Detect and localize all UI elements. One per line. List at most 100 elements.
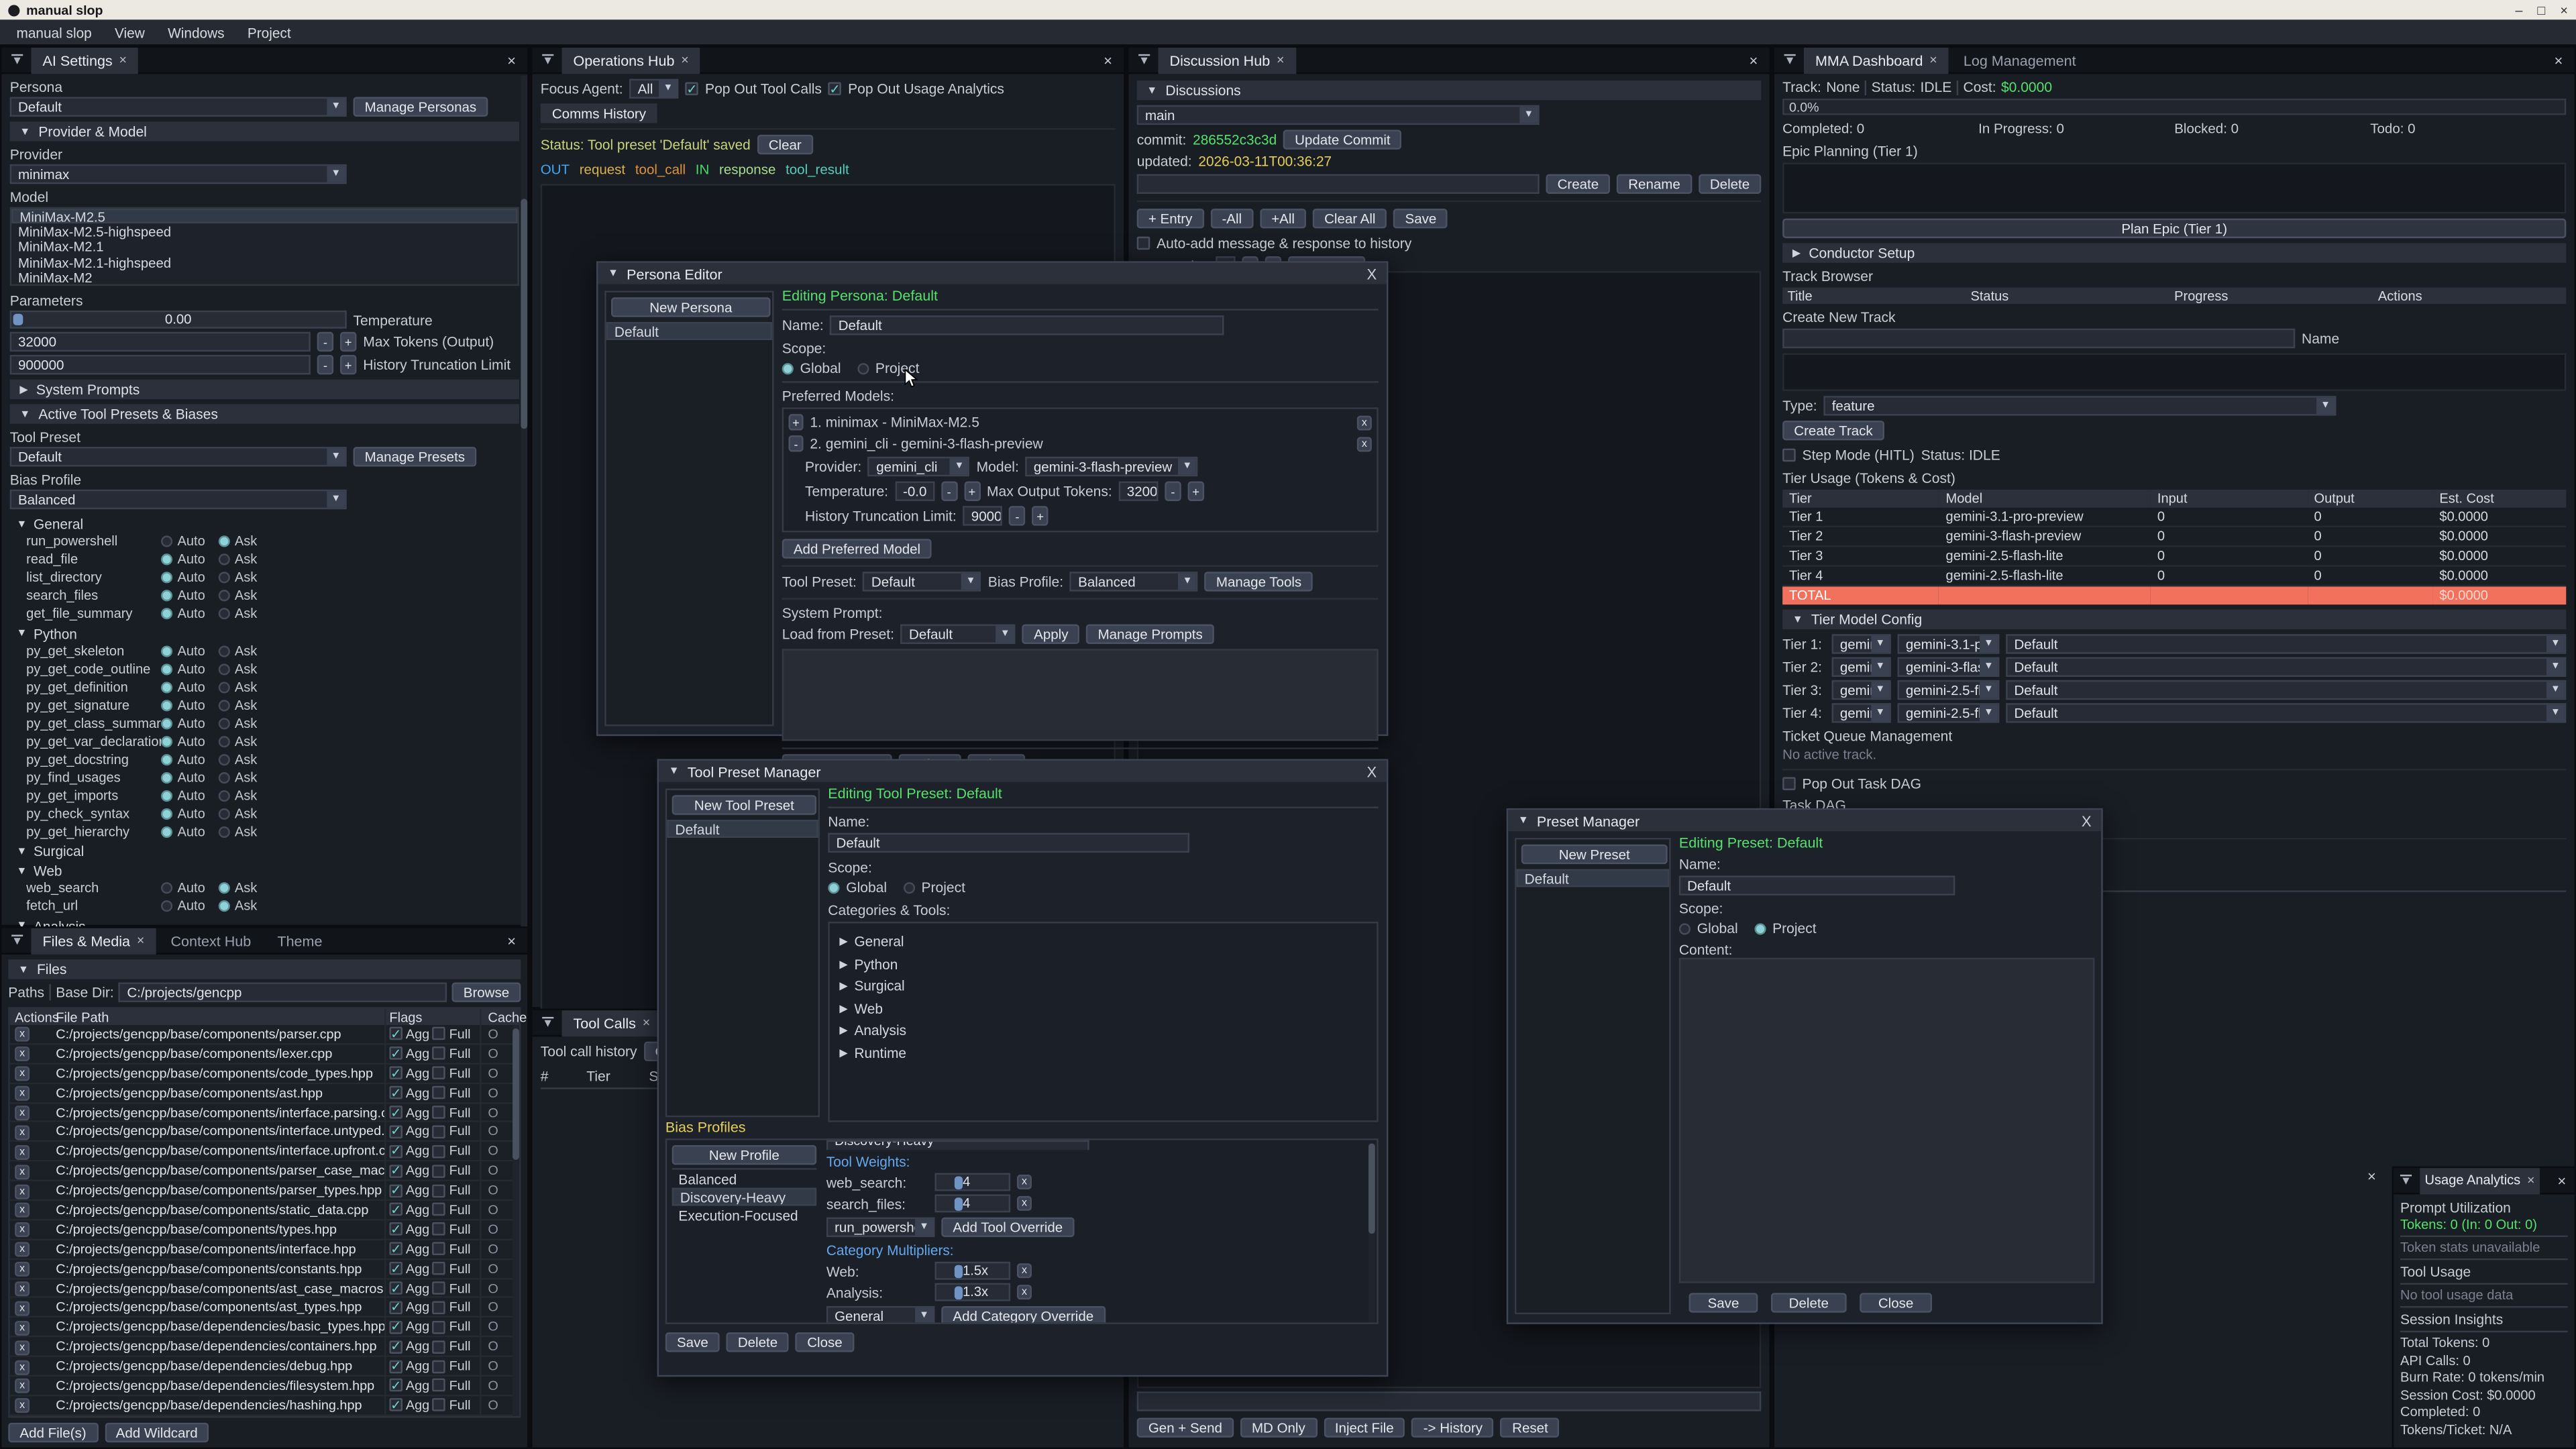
tab-discussion-hub[interactable]: Discussion Hub×: [1158, 47, 1295, 73]
close-panel-icon[interactable]: ×: [2548, 52, 2569, 68]
full-checkbox[interactable]: ✓: [433, 1399, 446, 1412]
system-prompts-header[interactable]: ▶ System Prompts: [10, 380, 519, 399]
full-checkbox[interactable]: ✓: [433, 1047, 446, 1061]
remove-file-button[interactable]: x: [15, 1165, 30, 1179]
close-tab-icon[interactable]: ×: [137, 933, 144, 948]
ask-radio[interactable]: [218, 572, 229, 584]
active-tool-presets-header[interactable]: ▼ Active Tool Presets & Biases: [10, 404, 519, 423]
close-panel-icon[interactable]: ×: [1097, 52, 1118, 68]
slider-thumb[interactable]: [13, 314, 23, 325]
history-limit-decrement[interactable]: -: [317, 355, 333, 374]
ask-radio[interactable]: [218, 901, 229, 912]
inject-file-button[interactable]: Inject File: [1324, 1417, 1405, 1437]
auto-radio[interactable]: [161, 536, 172, 547]
clear-all-button[interactable]: Clear All: [1313, 209, 1387, 228]
model-list-item[interactable]: MiniMax-M2.1-highspeed: [11, 255, 517, 270]
remove-file-button[interactable]: x: [15, 1262, 30, 1277]
rename-discussion-button[interactable]: Rename: [1617, 174, 1692, 194]
agg-checkbox[interactable]: ✓: [389, 1165, 402, 1178]
update-commit-button[interactable]: Update Commit: [1283, 129, 1402, 149]
scope-project-radio[interactable]: [1754, 922, 1766, 934]
hist-decrement[interactable]: -: [1009, 506, 1025, 525]
persona-dropdown[interactable]: Default▼: [10, 97, 347, 116]
tab-tool-calls[interactable]: Tool Calls×: [561, 1010, 661, 1036]
agg-checkbox[interactable]: ✓: [389, 1360, 402, 1373]
full-checkbox[interactable]: ✓: [433, 1320, 446, 1334]
close-tab-icon[interactable]: ×: [643, 1015, 650, 1030]
remove-multiplier-button[interactable]: x: [1017, 1263, 1032, 1278]
max-tokens-decrement[interactable]: -: [317, 332, 333, 352]
max-output-increment[interactable]: +: [1187, 482, 1203, 501]
category-item[interactable]: ▶ Surgical: [839, 977, 1373, 994]
move-up-button[interactable]: +: [789, 414, 804, 430]
category-item[interactable]: ▶ Runtime: [839, 1044, 1373, 1060]
full-checkbox[interactable]: ✓: [433, 1165, 446, 1178]
paths-label[interactable]: Paths: [8, 984, 44, 1000]
apply-button[interactable]: Apply: [1022, 625, 1080, 644]
close-dialog-icon[interactable]: X: [1367, 266, 1377, 282]
category-override-dropdown[interactable]: General▼: [826, 1306, 935, 1322]
reset-button[interactable]: Reset: [1501, 1417, 1560, 1437]
focus-agent-dropdown[interactable]: All▼: [629, 79, 678, 99]
pref-hist-input[interactable]: 900000: [963, 506, 1003, 525]
agg-checkbox[interactable]: ✓: [389, 1223, 402, 1236]
remove-file-button[interactable]: x: [15, 1086, 30, 1101]
pref-max-output-input[interactable]: 32000: [1119, 482, 1159, 501]
category-item[interactable]: ▶ Python: [839, 955, 1373, 971]
auto-radio[interactable]: [161, 663, 172, 675]
ask-radio[interactable]: [218, 771, 229, 783]
scrollbar-thumb[interactable]: [521, 199, 527, 429]
ask-radio[interactable]: [218, 590, 229, 602]
tier-model-config-header[interactable]: ▼ Tier Model Config: [1782, 610, 2566, 629]
agg-checkbox[interactable]: ✓: [389, 1086, 402, 1099]
tool-preset-dropdown[interactable]: Default▼: [10, 447, 347, 466]
scope-global-radio[interactable]: [828, 881, 839, 893]
tier-model-dropdown[interactable]: gemini-3.1-pro-p▼: [1898, 634, 2000, 653]
temp-increment[interactable]: +: [964, 482, 980, 501]
ask-radio[interactable]: [218, 883, 229, 894]
tab-files-media[interactable]: Files & Media×: [31, 927, 156, 953]
model-list-item[interactable]: MiniMax-M2: [11, 270, 517, 286]
manage-prompts-button[interactable]: Manage Prompts: [1086, 625, 1214, 644]
max-tokens-input[interactable]: 32000: [10, 332, 311, 352]
new-persona-button[interactable]: New Persona: [611, 297, 771, 317]
dock-icon[interactable]: ▼: [11, 54, 23, 67]
auto-radio[interactable]: [161, 590, 172, 602]
discussion-name-input[interactable]: [1137, 174, 1540, 194]
agg-checkbox[interactable]: ✓: [389, 1067, 402, 1080]
category-item[interactable]: ▶ Web: [839, 1000, 1373, 1016]
full-checkbox[interactable]: ✓: [433, 1125, 446, 1138]
add-category-override-button[interactable]: Add Category Override: [941, 1306, 1105, 1322]
tier-provider-dropdown[interactable]: gemini▼: [1832, 657, 1891, 677]
tier-persona-dropdown[interactable]: Default▼: [2006, 680, 2566, 700]
multiplier-slider[interactable]: 1.3x: [934, 1283, 1010, 1301]
new-tool-preset-button[interactable]: New Tool Preset: [672, 795, 817, 814]
auto-radio[interactable]: [161, 736, 172, 747]
tab-comms-history[interactable]: Comms History: [541, 103, 657, 123]
manage-personas-button[interactable]: Manage Personas: [354, 97, 488, 116]
remove-file-button[interactable]: x: [15, 1379, 30, 1394]
remove-file-button[interactable]: x: [15, 1320, 30, 1335]
remove-multiplier-button[interactable]: x: [1017, 1285, 1032, 1299]
maximize-icon[interactable]: □: [2537, 3, 2545, 17]
tier-provider-dropdown[interactable]: gemini▼: [1832, 703, 1891, 722]
menu-manual-slop[interactable]: manual slop: [16, 24, 91, 40]
temperature-slider[interactable]: 0.00: [10, 311, 347, 329]
tool-override-dropdown[interactable]: run_powershell▼: [826, 1218, 935, 1237]
pe-bias-dropdown[interactable]: Balanced▼: [1070, 572, 1198, 591]
profile-name-input[interactable]: Discovery-Heavy: [826, 1140, 1089, 1150]
slider-thumb[interactable]: [955, 1197, 963, 1211]
full-checkbox[interactable]: ✓: [433, 1340, 446, 1354]
pref-temp-input[interactable]: -0.0: [895, 482, 934, 501]
close-floating-icon[interactable]: ×: [2367, 1168, 2376, 1184]
move-down-button[interactable]: -: [789, 435, 804, 451]
remove-file-button[interactable]: x: [15, 1028, 30, 1042]
full-checkbox[interactable]: ✓: [433, 1223, 446, 1236]
full-checkbox[interactable]: ✓: [433, 1028, 446, 1041]
full-checkbox[interactable]: ✓: [433, 1144, 446, 1158]
collapse-all-button[interactable]: -All: [1210, 209, 1253, 228]
menu-windows[interactable]: Windows: [168, 24, 224, 40]
history-limit-input[interactable]: 900000: [10, 355, 311, 374]
scrollbar-track[interactable]: [513, 1025, 519, 1416]
tab-ai-settings[interactable]: AI Settings×: [31, 47, 138, 73]
